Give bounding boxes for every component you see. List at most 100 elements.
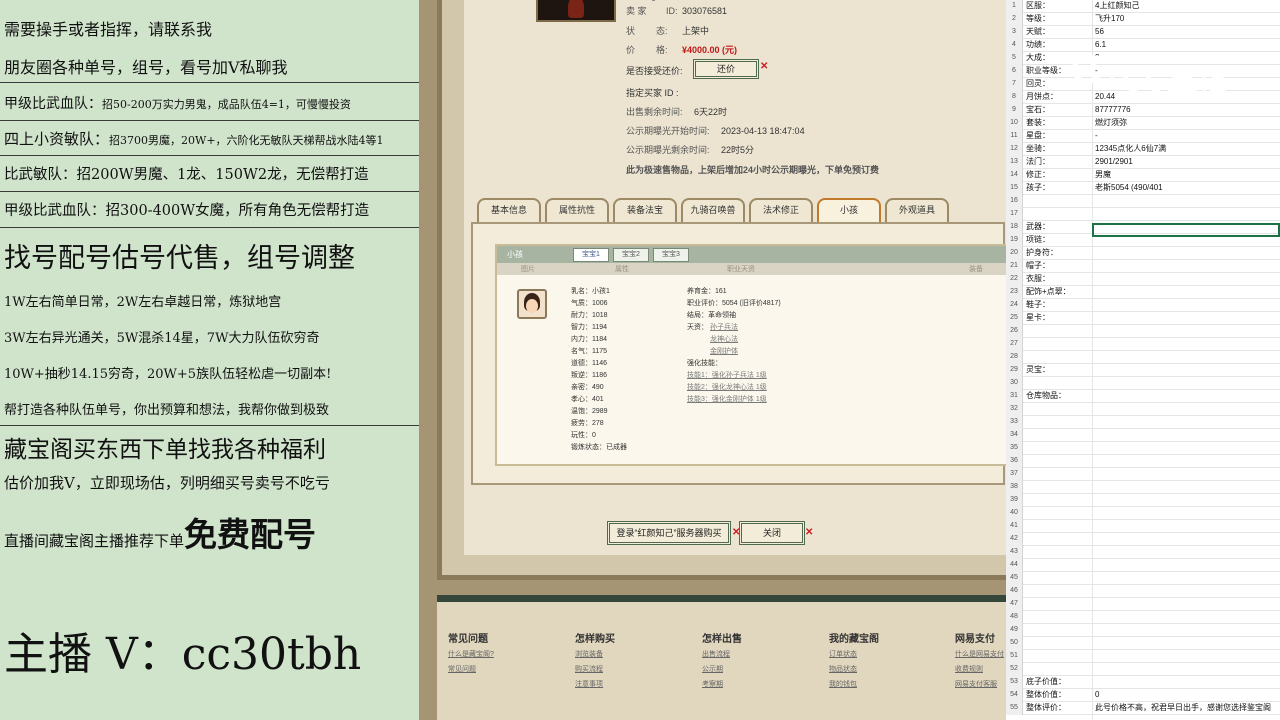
row-number[interactable]: 45 bbox=[1006, 572, 1023, 585]
sheet-row[interactable]: 15 孩子： 老斯5054 (490/401 bbox=[1006, 182, 1280, 195]
row-number[interactable]: 19 bbox=[1006, 234, 1023, 247]
row-number[interactable]: 3 bbox=[1006, 26, 1023, 39]
footer-link[interactable]: 什么是网易支付 bbox=[955, 649, 1004, 659]
row-number[interactable]: 53 bbox=[1006, 676, 1023, 689]
sheet-cell-label[interactable]: 月饼点： bbox=[1026, 91, 1092, 103]
row-number[interactable]: 10 bbox=[1006, 117, 1023, 130]
row-number[interactable]: 49 bbox=[1006, 624, 1023, 637]
row-number[interactable]: 8 bbox=[1006, 91, 1023, 104]
row-number[interactable]: 33 bbox=[1006, 416, 1023, 429]
sheet-row[interactable]: 47 bbox=[1006, 598, 1280, 611]
row-number[interactable]: 30 bbox=[1006, 377, 1023, 390]
footer-link[interactable]: 浏览装备 bbox=[575, 649, 603, 659]
sheet-cell-value[interactable]: 飞升170 bbox=[1095, 13, 1280, 25]
row-number[interactable]: 34 bbox=[1006, 429, 1023, 442]
sheet-cell-label[interactable]: 灵宝： bbox=[1026, 364, 1092, 376]
tab-attributes[interactable]: 属性抗性 bbox=[545, 198, 609, 222]
row-number[interactable]: 20 bbox=[1006, 247, 1023, 260]
close-button[interactable]: 关闭 bbox=[739, 521, 805, 545]
sheet-row[interactable]: 12 坐骑： 12345点化人6仙7满 bbox=[1006, 143, 1280, 156]
sheet-row[interactable]: 33 bbox=[1006, 416, 1280, 429]
sheet-row[interactable]: 36 bbox=[1006, 455, 1280, 468]
sheet-cell-value[interactable]: - bbox=[1095, 130, 1280, 142]
row-number[interactable]: 32 bbox=[1006, 403, 1023, 416]
row-number[interactable]: 5 bbox=[1006, 52, 1023, 65]
sheet-cell-label[interactable]: 衣服： bbox=[1026, 273, 1092, 285]
footer-link[interactable]: 购买流程 bbox=[575, 664, 603, 674]
sheet-cell-label[interactable]: 整体评价： bbox=[1026, 702, 1092, 714]
row-number[interactable]: 31 bbox=[1006, 390, 1023, 403]
footer-link[interactable]: 我的钱包 bbox=[829, 679, 857, 689]
sheet-row[interactable]: 21 帽子： bbox=[1006, 260, 1280, 273]
sheet-cell-value[interactable]: 此号价格不高，祝君早日出手，感谢您选择鉴宝阁 bbox=[1095, 702, 1280, 714]
sheet-cell-value[interactable]: 燃灯须弥 bbox=[1095, 117, 1280, 129]
footer-link[interactable]: 常见问题 bbox=[448, 664, 476, 674]
row-number[interactable]: 42 bbox=[1006, 533, 1023, 546]
sheet-cell-label[interactable]: 等级： bbox=[1026, 13, 1092, 25]
tab-spells[interactable]: 法术修正 bbox=[749, 198, 813, 222]
sheet-row[interactable]: 54 整体价值： 0 bbox=[1006, 689, 1280, 702]
sheet-row[interactable]: 35 bbox=[1006, 442, 1280, 455]
sheet-row[interactable]: 32 bbox=[1006, 403, 1280, 416]
sheet-row[interactable]: 46 bbox=[1006, 585, 1280, 598]
sheet-row[interactable]: 14 修正： 男魔 bbox=[1006, 169, 1280, 182]
sheet-row[interactable]: 51 bbox=[1006, 650, 1280, 663]
subtab-baby3[interactable]: 宝宝3 bbox=[653, 248, 689, 262]
tab-basic-info[interactable]: 基本信息 bbox=[477, 198, 541, 222]
sheet-cell-value[interactable]: 12345点化人6仙7满 bbox=[1095, 143, 1280, 155]
sheet-row[interactable]: 10 套装： 燃灯须弥 bbox=[1006, 117, 1280, 130]
sheet-row[interactable]: 44 bbox=[1006, 559, 1280, 572]
sheet-cell-label[interactable]: 底子价值： bbox=[1026, 676, 1092, 688]
sheet-row[interactable]: 41 bbox=[1006, 520, 1280, 533]
sheet-row[interactable]: 26 bbox=[1006, 325, 1280, 338]
row-number[interactable]: 52 bbox=[1006, 663, 1023, 676]
sheet-row[interactable]: 2 等级： 飞升170 bbox=[1006, 13, 1280, 26]
footer-link[interactable]: 订单状态 bbox=[829, 649, 857, 659]
sheet-row[interactable]: 29 灵宝： bbox=[1006, 364, 1280, 377]
row-number[interactable]: 44 bbox=[1006, 559, 1023, 572]
sheet-cell-label[interactable]: 帽子： bbox=[1026, 260, 1092, 272]
sheet-row[interactable]: 40 bbox=[1006, 507, 1280, 520]
sheet-cell-label[interactable]: 武器： bbox=[1026, 221, 1092, 233]
sheet-row[interactable]: 9 宝石： 87777776 bbox=[1006, 104, 1280, 117]
sheet-row[interactable]: 30 bbox=[1006, 377, 1280, 390]
sheet-cell-label[interactable]: 星盘： bbox=[1026, 130, 1092, 142]
sheet-cell-label[interactable]: 坐骑： bbox=[1026, 143, 1092, 155]
row-number[interactable]: 24 bbox=[1006, 299, 1023, 312]
footer-link[interactable]: 什么是藏宝阁? bbox=[448, 649, 494, 659]
sheet-row[interactable]: 17 bbox=[1006, 208, 1280, 221]
sheet-row[interactable]: 55 整体评价： 此号价格不高，祝君早日出手，感谢您选择鉴宝阁 bbox=[1006, 702, 1280, 715]
row-number[interactable]: 12 bbox=[1006, 143, 1023, 156]
row-number[interactable]: 14 bbox=[1006, 169, 1023, 182]
sheet-row[interactable]: 1 区服： 4上红颜知己 bbox=[1006, 0, 1280, 13]
sheet-cell-value[interactable]: 56 bbox=[1095, 26, 1280, 38]
row-number[interactable]: 40 bbox=[1006, 507, 1023, 520]
footer-link[interactable]: 物品状态 bbox=[829, 664, 857, 674]
row-number[interactable]: 28 bbox=[1006, 351, 1023, 364]
sheet-row[interactable]: 50 bbox=[1006, 637, 1280, 650]
row-number[interactable]: 11 bbox=[1006, 130, 1023, 143]
sheet-row[interactable]: 11 星盘： - bbox=[1006, 130, 1280, 143]
sheet-row[interactable]: 24 鞋子： bbox=[1006, 299, 1280, 312]
sheet-cell-label[interactable]: 宝石： bbox=[1026, 104, 1092, 116]
tab-children[interactable]: 小孩 bbox=[817, 198, 881, 222]
row-number[interactable]: 54 bbox=[1006, 689, 1023, 702]
talent-link[interactable]: 金刚护体 bbox=[710, 346, 738, 356]
footer-link[interactable]: 出售流程 bbox=[702, 649, 730, 659]
sheet-cell-label[interactable]: 仓库物品： bbox=[1026, 390, 1092, 402]
sheet-row[interactable]: 53 底子价值： bbox=[1006, 676, 1280, 689]
row-number[interactable]: 27 bbox=[1006, 338, 1023, 351]
footer-link[interactable]: 注意事项 bbox=[575, 679, 603, 689]
tab-appearance[interactable]: 外观道具 bbox=[885, 198, 949, 222]
row-number[interactable]: 22 bbox=[1006, 273, 1023, 286]
sheet-row[interactable]: 23 配饰+点翠： bbox=[1006, 286, 1280, 299]
sheet-row[interactable]: 45 bbox=[1006, 572, 1280, 585]
sheet-row[interactable]: 37 bbox=[1006, 468, 1280, 481]
row-number[interactable]: 35 bbox=[1006, 442, 1023, 455]
sheet-cell-value[interactable]: 4上红颜知己 bbox=[1095, 0, 1280, 12]
sheet-cell-label[interactable]: 区服： bbox=[1026, 0, 1092, 12]
row-number[interactable]: 26 bbox=[1006, 325, 1023, 338]
row-number[interactable]: 9 bbox=[1006, 104, 1023, 117]
sheet-row[interactable]: 49 bbox=[1006, 624, 1280, 637]
login-buy-button[interactable]: 登录“红颜知己”服务器购买 bbox=[607, 521, 731, 545]
